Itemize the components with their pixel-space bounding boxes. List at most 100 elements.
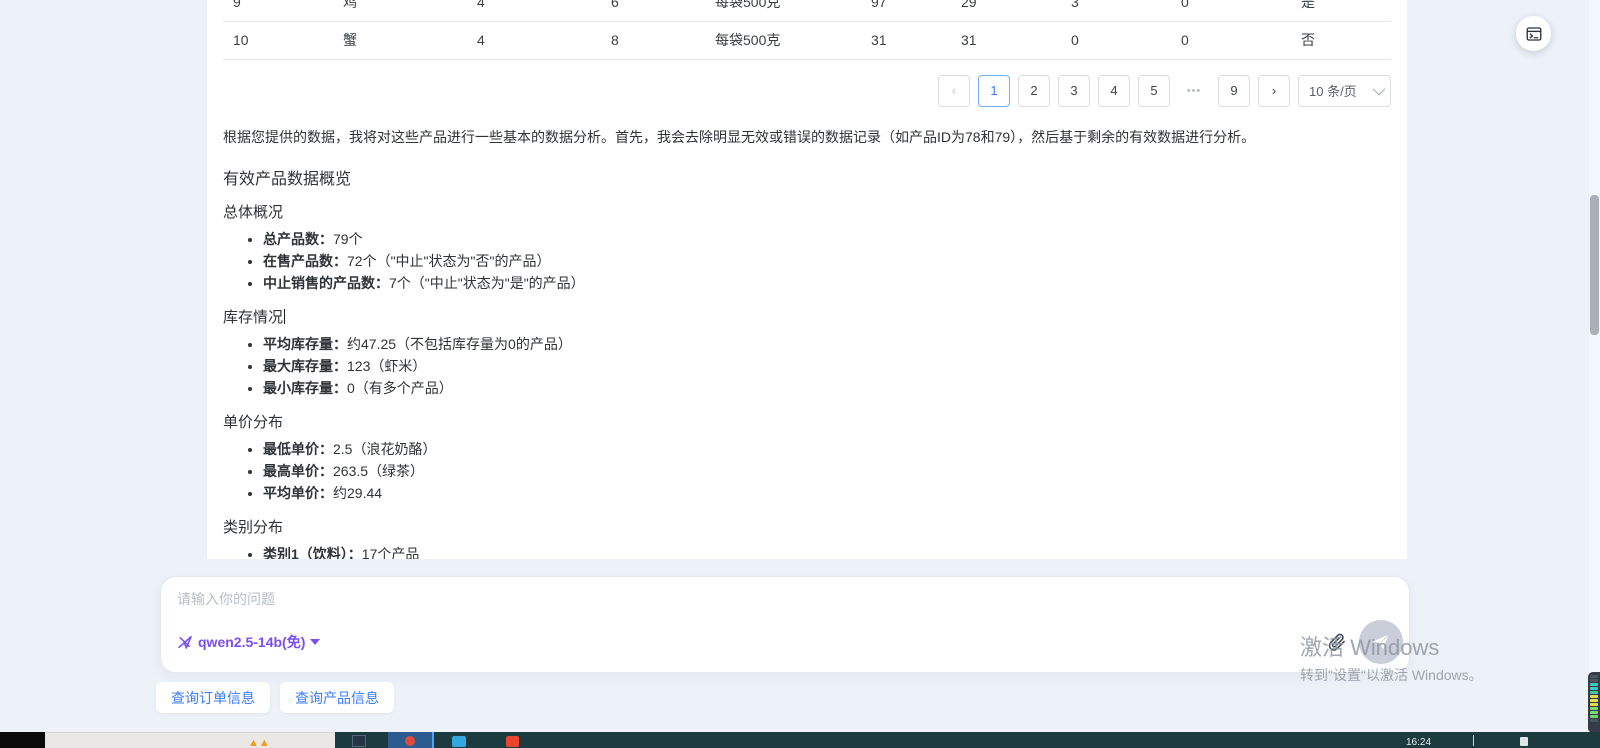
item-value: 约29.44 bbox=[333, 485, 382, 501]
item-label: 平均单价： bbox=[263, 485, 333, 501]
table-cell: 31 bbox=[861, 21, 951, 59]
item-label: 总产品数： bbox=[263, 231, 333, 247]
item-value: 17个产品 bbox=[362, 546, 420, 560]
item-label: 最高单价： bbox=[263, 463, 333, 479]
table-row: 9 鸡 4 6 每袋500克 97 29 3 0 是 bbox=[223, 0, 1391, 21]
pagination-ellipsis[interactable]: ••• bbox=[1178, 85, 1210, 97]
table-cell: 0 bbox=[1061, 21, 1171, 59]
section-category: 类别分布 类别1（饮料）：17个产品 bbox=[223, 504, 1391, 560]
caret-down-icon bbox=[310, 639, 320, 645]
quick-action-order-info[interactable]: 查询订单信息 bbox=[156, 682, 270, 713]
list-item: 总产品数：79个 bbox=[263, 228, 1391, 250]
taskbar-divider bbox=[1473, 735, 1474, 746]
table-cell: 0 bbox=[1171, 21, 1291, 59]
section-heading: 单价分布 bbox=[223, 411, 283, 432]
taskbar-tray-icon[interactable] bbox=[1520, 737, 1528, 746]
item-value: 约47.25（不包括库存量为0的产品） bbox=[347, 336, 572, 352]
table-cell: 4 bbox=[467, 21, 601, 59]
message-intro: 根据您提供的数据，我将对这些产品进行一些基本的数据分析。首先，我会去除明显无效或… bbox=[223, 127, 1391, 147]
model-selector[interactable]: qwen2.5-14b(免) bbox=[177, 632, 320, 652]
quick-actions: 查询订单信息 查询产品信息 bbox=[156, 682, 394, 713]
item-value: 0（有多个产品） bbox=[347, 380, 453, 396]
app-icon bbox=[405, 736, 415, 746]
pagination-page-2[interactable]: 2 bbox=[1018, 75, 1050, 107]
item-value: 72个（"中止"状态为"否"的产品） bbox=[347, 253, 550, 269]
table-cell: 6 bbox=[601, 0, 705, 21]
section-overview: 总体概况 总产品数：79个 在售产品数：72个（"中止"状态为"否"的产品） 中… bbox=[223, 189, 1391, 294]
item-value: 263.5（绿茶） bbox=[333, 463, 424, 479]
message-title: 有效产品数据概览 bbox=[223, 165, 1391, 189]
item-label: 最大库存量： bbox=[263, 358, 347, 374]
section-heading: 总体概况 bbox=[223, 201, 283, 222]
scrollbar-track[interactable] bbox=[1589, 0, 1600, 732]
pagination-prev-button[interactable]: ‹ bbox=[938, 75, 970, 107]
list-item: 最低单价：2.5（浪花奶酪） bbox=[263, 438, 1391, 460]
table-cell: 鸡 bbox=[333, 0, 467, 21]
list-item: 最大库存量：123（虾米） bbox=[263, 355, 1391, 377]
attach-button[interactable] bbox=[1325, 630, 1349, 654]
item-label: 平均库存量： bbox=[263, 336, 347, 352]
list-item: 中止销售的产品数：7个（"中止"状态为"是"的产品） bbox=[263, 272, 1391, 294]
list-item: 平均库存量：约47.25（不包括库存量为0的产品） bbox=[263, 333, 1391, 355]
list-item: 平均单价：约29.44 bbox=[263, 482, 1391, 504]
paperclip-icon bbox=[1327, 632, 1347, 652]
hardware-monitor-widget bbox=[1588, 672, 1600, 733]
table-cell: 每袋500克 bbox=[705, 0, 861, 21]
pagination-page-9[interactable]: 9 bbox=[1218, 75, 1250, 107]
taskbar-window-preview[interactable] bbox=[45, 732, 335, 748]
table-cell: 3 bbox=[1061, 0, 1171, 21]
taskbar-dark-segment bbox=[0, 732, 45, 748]
taskbar-app-icon-blue[interactable] bbox=[452, 736, 466, 747]
taskbar: ▲▲ 16:24 bbox=[0, 732, 1600, 748]
item-value: 123（虾米） bbox=[347, 358, 426, 374]
item-value: 79个 bbox=[333, 231, 363, 247]
section-inventory: 库存情况 平均库存量：约47.25（不包括库存量为0的产品） 最大库存量：123… bbox=[223, 294, 1391, 399]
table-cell: 9 bbox=[223, 0, 333, 21]
item-value: 7个（"中止"状态为"是"的产品） bbox=[389, 275, 585, 291]
assistant-message: 根据您提供的数据，我将对这些产品进行一些基本的数据分析。首先，我会去除明显无效或… bbox=[223, 127, 1391, 560]
model-plane-icon bbox=[177, 634, 193, 650]
product-table: 9 鸡 4 6 每袋500克 97 29 3 0 是 10 蟹 4 8 每袋50… bbox=[223, 0, 1391, 60]
list-item: 类别1（饮料）：17个产品 bbox=[263, 543, 1391, 560]
table-row: 10 蟹 4 8 每袋500克 31 31 0 0 否 bbox=[223, 21, 1391, 59]
model-label: qwen2.5-14b(免) bbox=[198, 632, 305, 652]
pagination-page-5[interactable]: 5 bbox=[1138, 75, 1170, 107]
item-label: 最低单价： bbox=[263, 441, 333, 457]
pagination: ‹ 1 2 3 4 5 ••• 9 › 10 条/页 bbox=[223, 75, 1391, 107]
item-label: 类别1（饮料）： bbox=[263, 546, 362, 560]
pagination-page-3[interactable]: 3 bbox=[1058, 75, 1090, 107]
table-cell: 4 bbox=[467, 0, 601, 21]
section-heading: 库存情况 bbox=[223, 306, 285, 327]
floating-console-button[interactable] bbox=[1516, 16, 1551, 51]
pagination-next-button[interactable]: › bbox=[1258, 75, 1290, 107]
pagination-page-4[interactable]: 4 bbox=[1098, 75, 1130, 107]
section-heading: 类别分布 bbox=[223, 516, 283, 537]
table-cell: 每袋500克 bbox=[705, 21, 861, 59]
scrollbar-thumb[interactable] bbox=[1590, 195, 1599, 335]
text-cursor bbox=[284, 309, 285, 324]
send-button[interactable] bbox=[1359, 620, 1403, 664]
page-size-select[interactable]: 10 条/页 bbox=[1298, 75, 1391, 107]
paper-plane-icon bbox=[1371, 632, 1391, 652]
chevron-down-icon bbox=[1373, 83, 1386, 96]
table-cell: 否 bbox=[1291, 21, 1391, 59]
item-value: 2.5（浪花奶酪） bbox=[333, 441, 436, 457]
taskbar-terminal-icon[interactable] bbox=[352, 735, 366, 747]
table-cell: 31 bbox=[951, 21, 1061, 59]
chat-panel: 9 鸡 4 6 每袋500克 97 29 3 0 是 10 蟹 4 8 每袋50… bbox=[207, 0, 1407, 559]
list-item: 最小库存量：0（有多个产品） bbox=[263, 377, 1391, 399]
taskbar-clock[interactable]: 16:24 bbox=[1406, 737, 1431, 748]
table-cell: 29 bbox=[951, 0, 1061, 21]
section-price: 单价分布 最低单价：2.5（浪花奶酪） 最高单价：263.5（绿茶） 平均单价：… bbox=[223, 399, 1391, 504]
item-label: 中止销售的产品数： bbox=[263, 275, 389, 291]
list-item: 最高单价：263.5（绿茶） bbox=[263, 460, 1391, 482]
taskbar-active-app[interactable] bbox=[388, 732, 434, 748]
table-cell: 是 bbox=[1291, 0, 1391, 21]
item-label: 在售产品数： bbox=[263, 253, 347, 269]
table-cell: 蟹 bbox=[333, 21, 467, 59]
browser-icon: ▲▲ bbox=[248, 738, 270, 748]
quick-action-product-info[interactable]: 查询产品信息 bbox=[280, 682, 394, 713]
pagination-page-1[interactable]: 1 bbox=[978, 75, 1010, 107]
taskbar-app-icon-red[interactable] bbox=[506, 736, 519, 747]
table-cell: 0 bbox=[1171, 0, 1291, 21]
